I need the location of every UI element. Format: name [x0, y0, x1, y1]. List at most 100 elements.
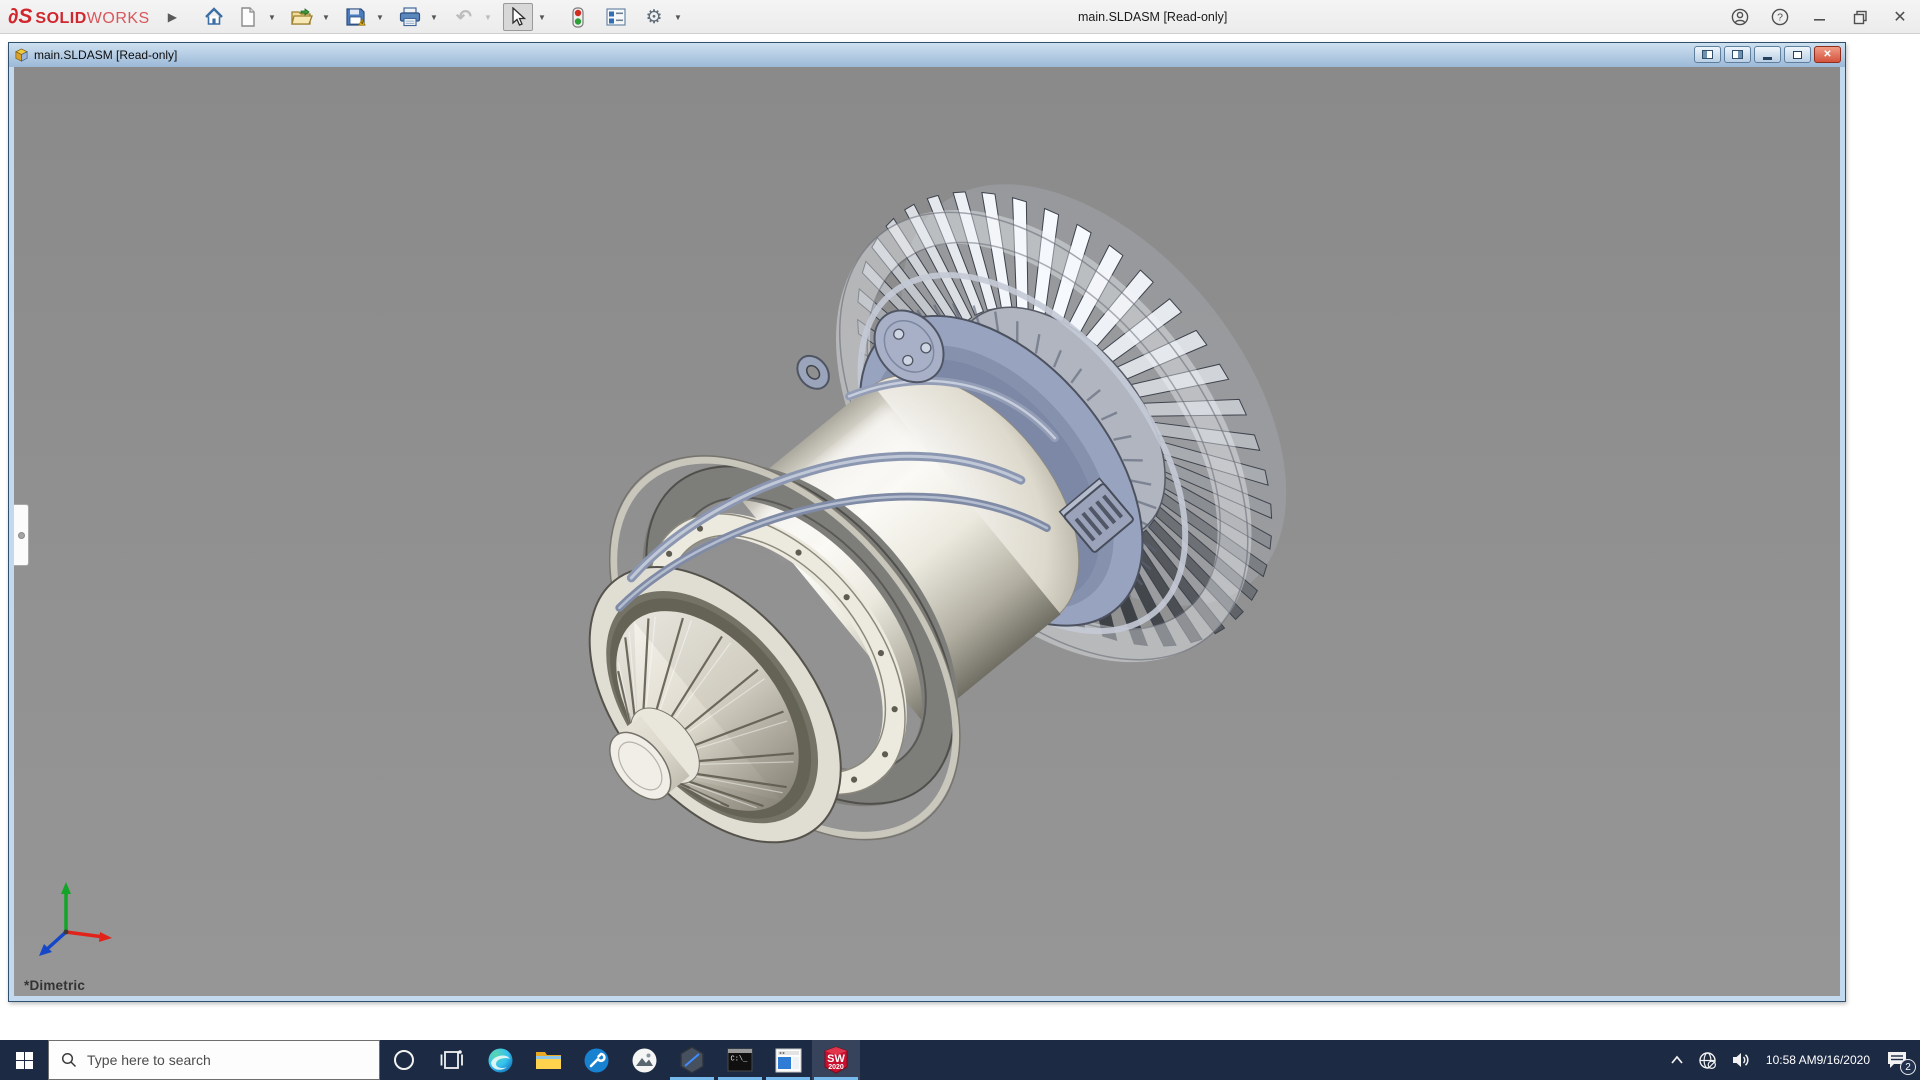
doc-restore-button[interactable]: [1784, 46, 1811, 63]
open-folder-icon: [291, 7, 313, 27]
options-gear-icon: ⚙: [645, 6, 662, 29]
notification-badge: 2: [1900, 1059, 1916, 1075]
volume-button[interactable]: [1724, 1040, 1758, 1080]
help-icon: ?: [1771, 8, 1789, 26]
new-document-icon: [239, 7, 257, 27]
interference-check-button[interactable]: [563, 3, 593, 31]
engine-assembly: [455, 98, 1374, 984]
graphics-viewport[interactable]: *Dimetric: [14, 67, 1840, 996]
doc-restore-icon: [1793, 51, 1802, 59]
minimize-button[interactable]: [1810, 7, 1830, 27]
evaluate-button[interactable]: [601, 3, 631, 31]
show-hidden-icons-button[interactable]: [1663, 1040, 1691, 1080]
clock-date: 9/16/2020: [1817, 1053, 1870, 1068]
doc-close-icon: ✕: [1823, 49, 1831, 60]
undo-button[interactable]: ↶: [449, 3, 479, 31]
task-view-icon: [440, 1048, 464, 1072]
minimize-icon: [1813, 10, 1827, 24]
print-icon: [399, 7, 421, 27]
save-dropdown[interactable]: ▼: [375, 3, 385, 31]
select-tool-dropdown[interactable]: ▼: [537, 3, 547, 31]
app-client-area: main.SLDASM [Read-only] ✕: [0, 35, 1920, 1040]
app-title: main.SLDASM [Read-only]: [1078, 0, 1227, 34]
windows-start-icon: [16, 1052, 33, 1069]
solidworks-taskbar-icon: SW 2020: [821, 1045, 851, 1075]
taskbar: Type here to search: [0, 1040, 1920, 1080]
select-tool-button[interactable]: [503, 3, 533, 31]
split-pane-left-icon: [1702, 50, 1713, 59]
panel-tab-dot-icon: [18, 532, 25, 539]
undo-dropdown[interactable]: ▼: [483, 3, 493, 31]
taskbar-item-photos[interactable]: [620, 1040, 668, 1080]
file-explorer-icon: [535, 1048, 562, 1072]
doc-minimize-button[interactable]: [1754, 46, 1781, 63]
split-pane-right-icon: [1732, 50, 1743, 59]
solidworks-logo: ∂SSOLIDWORKS: [8, 5, 150, 29]
taskbar-item-edge[interactable]: [476, 1040, 524, 1080]
taskbar-item-solidworks[interactable]: SW 2020: [812, 1040, 860, 1080]
save-button[interactable]: [341, 3, 371, 31]
search-placeholder: Type here to search: [87, 1052, 211, 1068]
account-icon: [1731, 8, 1749, 26]
action-center-button[interactable]: 2: [1878, 1040, 1920, 1080]
taskbar-clock[interactable]: 10:58 AM 9/16/2020: [1758, 1040, 1878, 1080]
taskbar-item-hexagon-app[interactable]: [668, 1040, 716, 1080]
account-button[interactable]: [1730, 7, 1750, 27]
app-titlebar: ∂SSOLIDWORKS ▶ ▼ ▼: [0, 0, 1920, 34]
open-dropdown[interactable]: ▼: [321, 3, 331, 31]
view-orientation-label: *Dimetric: [24, 978, 85, 993]
volume-icon: [1731, 1051, 1751, 1069]
taskbar-item-cortana[interactable]: [380, 1040, 428, 1080]
photos-icon: [631, 1047, 658, 1074]
select-cursor-icon: [509, 7, 527, 27]
network-globe-icon: [1698, 1051, 1717, 1070]
network-status-button[interactable]: [1691, 1040, 1724, 1080]
command-prompt-icon: C:\_: [727, 1047, 753, 1073]
stoplight-icon: [572, 7, 584, 28]
edge-icon: [487, 1047, 514, 1074]
orientation-triad[interactable]: [30, 876, 116, 962]
print-button[interactable]: [395, 3, 425, 31]
assembly-icon: [14, 48, 29, 63]
collapsed-panel-tab[interactable]: [14, 504, 29, 566]
doc-minimize-icon: [1763, 57, 1772, 60]
doc-close-button[interactable]: ✕: [1814, 46, 1841, 63]
new-document-button[interactable]: [233, 3, 263, 31]
print-dropdown[interactable]: ▼: [429, 3, 439, 31]
restore-button[interactable]: [1850, 7, 1870, 27]
wrench-circle-icon: [583, 1047, 610, 1074]
options-dropdown[interactable]: ▼: [673, 3, 683, 31]
solidworks-logo-glyph: ∂S: [8, 5, 32, 29]
hexagon-app-icon: [679, 1046, 705, 1074]
start-button[interactable]: [0, 1040, 48, 1080]
new-document-dropdown[interactable]: ▼: [267, 3, 277, 31]
restore-icon: [1853, 10, 1868, 25]
document-titlebar[interactable]: main.SLDASM [Read-only] ✕: [9, 43, 1845, 67]
split-pane-right-button[interactable]: [1724, 46, 1751, 63]
svg-text:C:\_: C:\_: [731, 1056, 749, 1064]
undo-icon: ↶: [456, 6, 472, 29]
taskbar-item-task-view[interactable]: [428, 1040, 476, 1080]
model-jet-engine[interactable]: [14, 67, 1840, 996]
menu-flyout-chevron-icon[interactable]: ▶: [168, 10, 177, 24]
document-title: main.SLDASM [Read-only]: [34, 48, 177, 62]
open-button[interactable]: [287, 3, 317, 31]
taskbar-search-input[interactable]: Type here to search: [48, 1040, 380, 1080]
home-button[interactable]: [199, 3, 229, 31]
cortana-icon: [392, 1048, 416, 1072]
taskbar-item-command-prompt[interactable]: C:\_: [716, 1040, 764, 1080]
close-button[interactable]: ✕: [1890, 7, 1910, 27]
clock-time: 10:58 AM: [1766, 1053, 1817, 1068]
chevron-up-icon: [1670, 1055, 1684, 1065]
document-window: main.SLDASM [Read-only] ✕: [8, 42, 1846, 1002]
help-button[interactable]: ?: [1770, 7, 1790, 27]
taskbar-item-media-app[interactable]: [764, 1040, 812, 1080]
split-pane-left-button[interactable]: [1694, 46, 1721, 63]
save-icon: [346, 7, 366, 27]
options-button[interactable]: ⚙: [639, 3, 669, 31]
taskbar-item-settings-tool[interactable]: [572, 1040, 620, 1080]
home-icon: [204, 7, 224, 27]
taskbar-item-file-explorer[interactable]: [524, 1040, 572, 1080]
svg-text:?: ?: [1777, 12, 1783, 24]
media-app-icon: [775, 1048, 802, 1073]
